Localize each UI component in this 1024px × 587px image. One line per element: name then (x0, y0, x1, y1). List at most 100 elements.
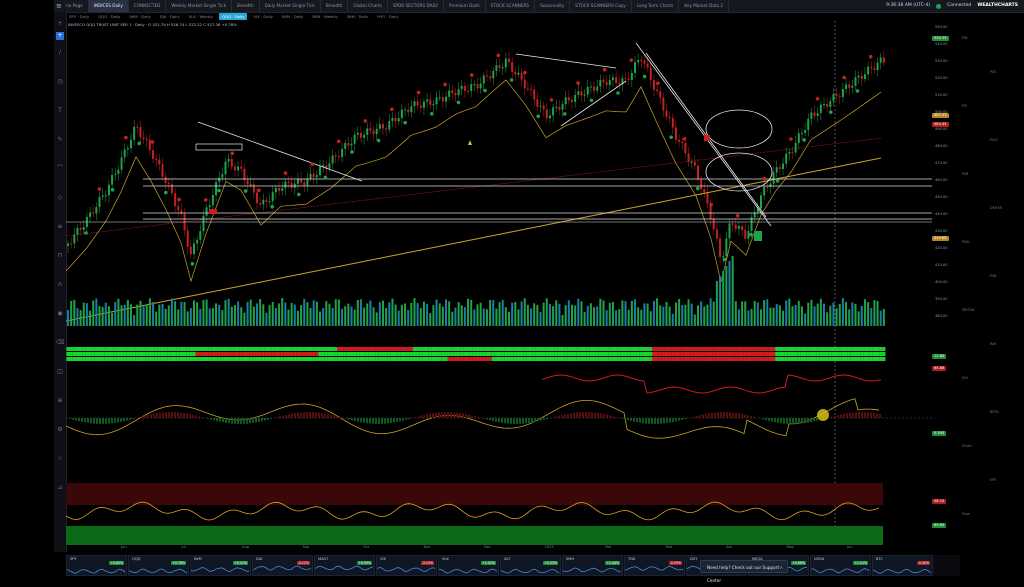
watchlist-card[interactable]: MAG7+0.95% (314, 555, 375, 576)
signal-ribbon-cell (649, 357, 652, 361)
candle-body (464, 86, 466, 91)
ruler-icon[interactable]: ⊿ (56, 484, 64, 492)
volume-bar (845, 302, 847, 326)
price-marker-badge: 550.39 (932, 36, 949, 41)
main-chart[interactable] (66, 21, 932, 545)
watchlist-card[interactable]: IWM+0.41% (190, 555, 251, 576)
volume-bar (795, 305, 797, 326)
tab-item[interactable]: STOCK SCANNERS (486, 0, 535, 12)
oscillator-histogram (597, 413, 599, 418)
menu-icon[interactable]: ≡ (56, 2, 62, 10)
candle-body (209, 205, 211, 207)
oscillator-histogram (468, 415, 470, 418)
oscillator-histogram (777, 418, 779, 423)
tab-item[interactable]: Weekly Market Single Tick (166, 0, 232, 12)
chart-selector-item[interactable]: IWM · Weekly (309, 13, 340, 20)
magnet-icon[interactable]: ∩ (56, 281, 64, 289)
crosshair-icon[interactable]: + (56, 20, 64, 28)
signal-ribbon-cell (879, 347, 882, 351)
volume-bar (83, 303, 85, 326)
candle-body (603, 80, 605, 82)
candle-body (722, 256, 724, 257)
tab-item[interactable]: Premium Dash (444, 0, 486, 12)
trash-icon[interactable]: ⌫ (56, 339, 64, 347)
chart-selector-item[interactable]: IWM · Daily (279, 13, 306, 20)
tab-item[interactable]: INDICES Daily (89, 0, 129, 12)
watchlist-card[interactable]: DIA-0.12% (252, 555, 313, 576)
tab-item[interactable]: Daily Market Single Tick (260, 0, 321, 12)
chart-selector-item[interactable]: SPY · Daily (66, 13, 92, 20)
watchlist-card[interactable]: BTC-0.40% (872, 555, 933, 576)
tab-item[interactable]: CONNECTED (129, 0, 166, 12)
signal-ribbon-cell (589, 357, 592, 361)
eye-icon[interactable]: ◉ (56, 310, 64, 318)
chart-selector-item[interactable]: QQQ · Daily (219, 13, 247, 20)
watchlist-card[interactable]: NVDA+1.21% (810, 555, 871, 576)
candle-body (807, 119, 809, 130)
volume-bar (218, 305, 220, 326)
chart-selector-item[interactable]: IWM · Daily (344, 13, 371, 20)
close-icon[interactable]: × (779, 561, 783, 574)
indicator-value-badge: 64.86 (932, 366, 946, 371)
signal-ribbon-cell (123, 352, 126, 356)
watchlist-card[interactable]: QQQ+0.78% (128, 555, 189, 576)
tab-item[interactable]: Key Market Data 2 (679, 0, 729, 12)
oscillator-histogram (69, 418, 71, 419)
watchlist-card[interactable]: SMH+1.44% (562, 555, 623, 576)
annotation-box (196, 144, 242, 150)
chart-selector-item[interactable]: HYG · Daily (374, 13, 401, 20)
chart-selector-item[interactable]: IWM · Daily (126, 13, 153, 20)
signal-ribbon-cell (678, 352, 681, 356)
chart-selector-item[interactable]: VIX · Daily (250, 13, 276, 20)
shapes-icon[interactable]: ◇ (56, 194, 64, 202)
signal-ribbon-cell (388, 347, 391, 351)
watchlist-card[interactable]: XLK+1.02% (438, 555, 499, 576)
chart-selector-item[interactable]: XLK · Weekly (186, 13, 217, 20)
measure-icon[interactable]: ⌒ (56, 165, 64, 173)
tab-item[interactable]: Breadth (232, 0, 260, 12)
tab-item[interactable]: SPDR SECTORS DAILY (388, 0, 444, 12)
add-chart-button[interactable]: + (56, 32, 64, 40)
signal-ribbon-cell (114, 357, 117, 361)
signal-ribbon-cell (734, 347, 737, 351)
oscillator-histogram (351, 418, 353, 420)
signal-ribbon-cell (646, 347, 649, 351)
layers-icon[interactable]: ◫ (56, 368, 64, 376)
tab-item[interactable]: Global Charts (348, 0, 387, 12)
volume-bar (70, 301, 72, 326)
candle-body (373, 131, 375, 135)
fundamental-label: DEBT/E (990, 206, 1002, 210)
watchlist-card[interactable]: TNX-0.55% (624, 555, 685, 576)
tab-item[interactable]: Breadth (321, 0, 349, 12)
lock-icon[interactable]: ⊓ (56, 252, 64, 260)
support-toast[interactable]: Need help? Check out our Support Center … (700, 560, 788, 573)
signal-ribbon-cell (681, 352, 684, 356)
chart-selector-item[interactable]: QQQ · Daily (95, 13, 123, 20)
settings-icon[interactable]: ⚙ (56, 426, 64, 434)
watchlist-card[interactable]: VIX-3.10% (376, 555, 437, 576)
signal-ribbon-cell (485, 347, 488, 351)
watchlist-card[interactable]: SPY+0.62% (66, 555, 127, 576)
signal-ribbon-cell (879, 352, 882, 356)
signal-ribbon-cell (221, 347, 224, 351)
chart-selector-item[interactable]: DIA · Daily (157, 13, 183, 20)
pencil-icon[interactable]: ✎ (56, 136, 64, 144)
signal-ribbon-cell (778, 347, 781, 351)
volume-bar (697, 305, 699, 326)
tab-item[interactable]: Long Term Charts (632, 0, 680, 12)
oscillator-histogram (738, 413, 740, 418)
oscillator-histogram (621, 418, 623, 419)
volume-bar (848, 309, 850, 326)
text-icon[interactable]: T (56, 107, 64, 115)
signal-ribbon-cell (633, 347, 636, 351)
clock-icon[interactable]: ◷ (56, 78, 64, 86)
trendline-icon[interactable]: / (56, 49, 64, 57)
tab-item[interactable]: Seasonality (535, 0, 570, 12)
fib-icon[interactable]: ≡ (56, 223, 64, 231)
price-tick-label: 520.00 (935, 76, 948, 80)
zoom-icon[interactable]: ⊕ (56, 397, 64, 405)
signal-ribbon-cell (252, 352, 255, 356)
watchlist-card[interactable]: XLF+0.33% (500, 555, 561, 576)
star-icon[interactable]: ☆ (56, 455, 64, 463)
tab-item[interactable]: STOCK SCANNERS Copy (570, 0, 631, 12)
